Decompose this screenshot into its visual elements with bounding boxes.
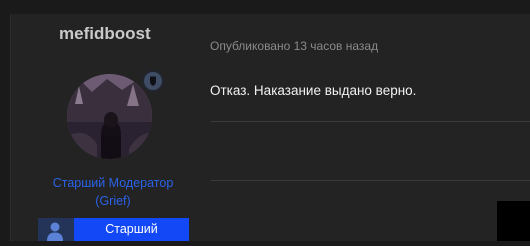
author-role-title: Старший Модератор	[52, 176, 174, 190]
post-timestamp[interactable]: Опубликовано 13 часов назад	[210, 39, 378, 53]
divider	[211, 121, 530, 122]
avatar[interactable]	[67, 74, 152, 159]
post-content: Отказ. Наказание выдано верно.	[210, 83, 417, 98]
author-role-group: (Grief)	[95, 194, 131, 208]
group-badge: Старший	[38, 218, 189, 241]
shield-icon[interactable]	[142, 70, 164, 92]
divider	[211, 180, 530, 181]
overlay-block	[497, 201, 530, 241]
author-panel: mefidboost Старший Модератор (Grief) Ста…	[0, 0, 210, 241]
author-role: Старший Модератор (Grief)	[38, 174, 188, 210]
avatar-image	[67, 74, 152, 159]
author-name[interactable]: mefidboost	[59, 24, 151, 44]
user-icon	[38, 218, 74, 241]
badge-label: Старший	[74, 218, 189, 241]
